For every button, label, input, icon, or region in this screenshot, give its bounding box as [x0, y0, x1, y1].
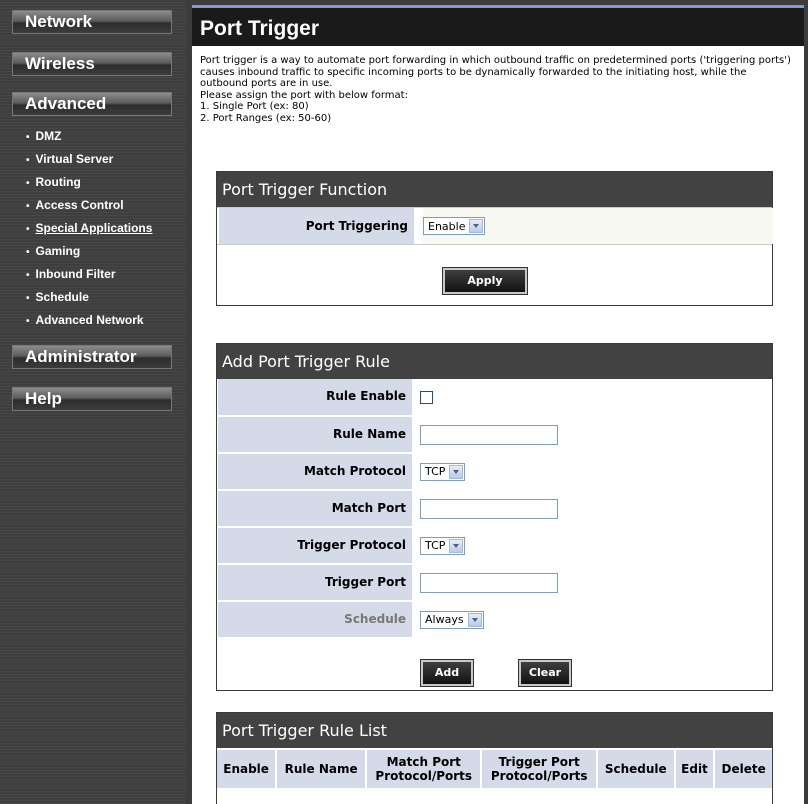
- col-trigger-port: Trigger Port Protocol/Ports: [481, 748, 598, 788]
- match-port-input[interactable]: [420, 498, 558, 519]
- sidebar-item-gaming[interactable]: • Gaming: [26, 244, 80, 260]
- page-title: Port Trigger: [200, 17, 320, 40]
- bullet-icon: •: [26, 224, 30, 235]
- nav-administrator-button[interactable]: Administrator: [12, 345, 172, 369]
- rule-list-table: Enable Rule Name Match Port Protocol/Port…: [217, 748, 772, 788]
- schedule-row: Schedule Always: [217, 600, 772, 637]
- bullet-icon: •: [26, 293, 30, 304]
- function-panel-title: Port Trigger Function: [217, 172, 772, 207]
- port-triggering-select[interactable]: Enable: [423, 217, 486, 235]
- schedule-label: Schedule: [218, 602, 412, 637]
- sidebar-item-routing[interactable]: • Routing: [26, 175, 81, 191]
- trigger-protocol-value-cell: TCP: [420, 528, 466, 563]
- sidebar-item-advanced-network[interactable]: • Advanced Network: [26, 313, 144, 329]
- col-edit: Edit: [674, 748, 716, 788]
- trigger-port-input[interactable]: [420, 572, 558, 593]
- sidebar: Network Wireless Advanced • DMZ • Virtual …: [0, 0, 186, 804]
- chevron-down-icon: [467, 612, 482, 627]
- nav-network-button[interactable]: Network: [12, 10, 172, 34]
- table-header-row: Enable Rule Name Match Port Protocol/Port…: [217, 748, 772, 788]
- bullet-icon: •: [26, 316, 30, 327]
- trigger-protocol-row: Trigger Protocol TCP: [217, 526, 772, 563]
- nav-advanced-button[interactable]: Advanced: [12, 92, 172, 116]
- bullet-icon: •: [26, 155, 30, 166]
- nav-help-button[interactable]: Help: [12, 387, 172, 411]
- col-schedule: Schedule: [596, 748, 676, 788]
- function-panel: Port Trigger Function Port Triggering En…: [216, 171, 773, 306]
- match-port-label: Match Port: [218, 491, 412, 526]
- port-triggering-value-cell: Enable: [423, 208, 773, 244]
- match-protocol-row: Match Protocol TCP: [217, 452, 772, 489]
- rule-enable-value-cell: [420, 379, 433, 415]
- trigger-port-value-cell: [420, 565, 558, 600]
- main-content: Port Trigger Port trigger is a way to au…: [192, 5, 804, 804]
- rule-list-panel-title: Port Trigger Rule List: [217, 713, 772, 748]
- schedule-select[interactable]: Always: [420, 610, 484, 629]
- intro-text: Port trigger is a way to automate port f…: [200, 55, 796, 124]
- add-button[interactable]: Add: [420, 659, 474, 687]
- bullet-icon: •: [26, 132, 30, 143]
- intro-paragraph: Port trigger is a way to automate port f…: [200, 55, 791, 89]
- nav-wireless-button[interactable]: Wireless: [12, 52, 172, 76]
- col-delete: Delete: [714, 748, 772, 788]
- rule-name-label: Rule Name: [218, 417, 412, 452]
- rule-name-row: Rule Name: [217, 415, 772, 452]
- title-bar: Port Trigger: [192, 5, 804, 46]
- chevron-down-icon: [449, 464, 464, 479]
- sidebar-item-virtual-server[interactable]: • Virtual Server: [26, 152, 113, 168]
- match-protocol-value-cell: TCP: [420, 454, 466, 489]
- intro-format-single: 1. Single Port (ex: 80): [200, 101, 309, 112]
- trigger-port-label: Trigger Port: [218, 565, 412, 600]
- chevron-down-icon: [449, 538, 464, 553]
- sidebar-item-inbound-filter[interactable]: • Inbound Filter: [26, 267, 116, 283]
- clear-button[interactable]: Clear: [518, 659, 572, 687]
- trigger-protocol-label: Trigger Protocol: [218, 528, 412, 563]
- match-protocol-select[interactable]: TCP: [420, 462, 466, 481]
- bullet-icon: •: [26, 178, 30, 189]
- add-rule-panel-title: Add Port Trigger Rule: [217, 344, 772, 379]
- sidebar-item-access-control[interactable]: • Access Control: [26, 198, 124, 214]
- port-triggering-row: Port Triggering Enable: [217, 207, 773, 245]
- match-protocol-label: Match Protocol: [218, 454, 412, 489]
- rule-name-value-cell: [420, 417, 558, 452]
- rule-list-panel: Port Trigger Rule List Enable Rule Name …: [216, 712, 773, 804]
- schedule-value-cell: Always: [420, 602, 484, 637]
- match-port-row: Match Port: [217, 489, 772, 526]
- title-accent-line: [192, 5, 804, 8]
- intro-format-range: 2. Port Ranges (ex: 50-60): [200, 112, 332, 124]
- rule-enable-label: Rule Enable: [218, 379, 412, 415]
- match-port-value-cell: [420, 491, 558, 526]
- bullet-icon: •: [26, 201, 30, 212]
- add-rule-panel: Add Port Trigger Rule Rule Enable Rule N…: [216, 343, 773, 691]
- col-match-port: Match Port Protocol/Ports: [366, 748, 483, 788]
- trigger-protocol-select[interactable]: TCP: [420, 536, 466, 555]
- sidebar-item-special-applications[interactable]: • Special Applications: [26, 221, 152, 237]
- apply-button[interactable]: Apply: [442, 267, 528, 295]
- col-enable: Enable: [217, 748, 278, 788]
- trigger-port-row: Trigger Port: [217, 563, 772, 600]
- sidebar-item-schedule[interactable]: • Schedule: [26, 290, 89, 306]
- bullet-icon: •: [26, 247, 30, 258]
- intro-format-heading: Please assign the port with below format…: [200, 89, 408, 101]
- rule-enable-row: Rule Enable: [217, 379, 772, 415]
- chevron-down-icon: [469, 219, 484, 233]
- port-triggering-label: Port Triggering: [219, 208, 414, 244]
- rule-name-input[interactable]: [420, 424, 558, 445]
- col-rule-name: Rule Name: [276, 748, 368, 788]
- bullet-icon: •: [26, 270, 30, 281]
- rule-enable-checkbox[interactable]: [420, 390, 433, 404]
- sidebar-item-dmz[interactable]: • DMZ: [26, 129, 62, 145]
